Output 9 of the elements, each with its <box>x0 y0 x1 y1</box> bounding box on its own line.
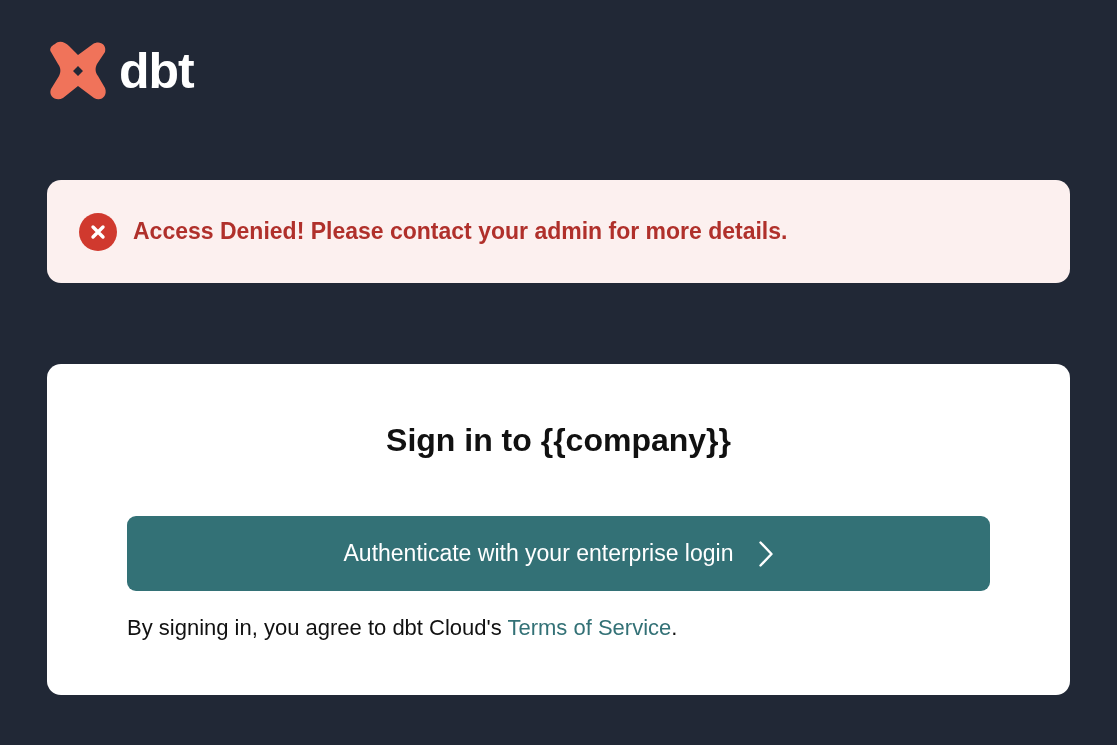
logo-wordmark: dbt <box>119 46 194 96</box>
terms-notice: By signing in, you agree to dbt Cloud's Terms of Service. <box>127 614 678 642</box>
terms-of-service-link[interactable]: Terms of Service <box>507 615 672 640</box>
logo-mark-icon <box>47 40 109 102</box>
error-x-circle-icon <box>79 212 117 251</box>
alert-message: Access Denied! Please contact your admin for more details. <box>133 218 788 245</box>
chevron-right-icon <box>759 540 774 567</box>
authenticate-button[interactable]: Authenticate with your enterprise login <box>127 516 990 591</box>
sign-in-title: Sign in to {{company}} <box>386 421 731 460</box>
